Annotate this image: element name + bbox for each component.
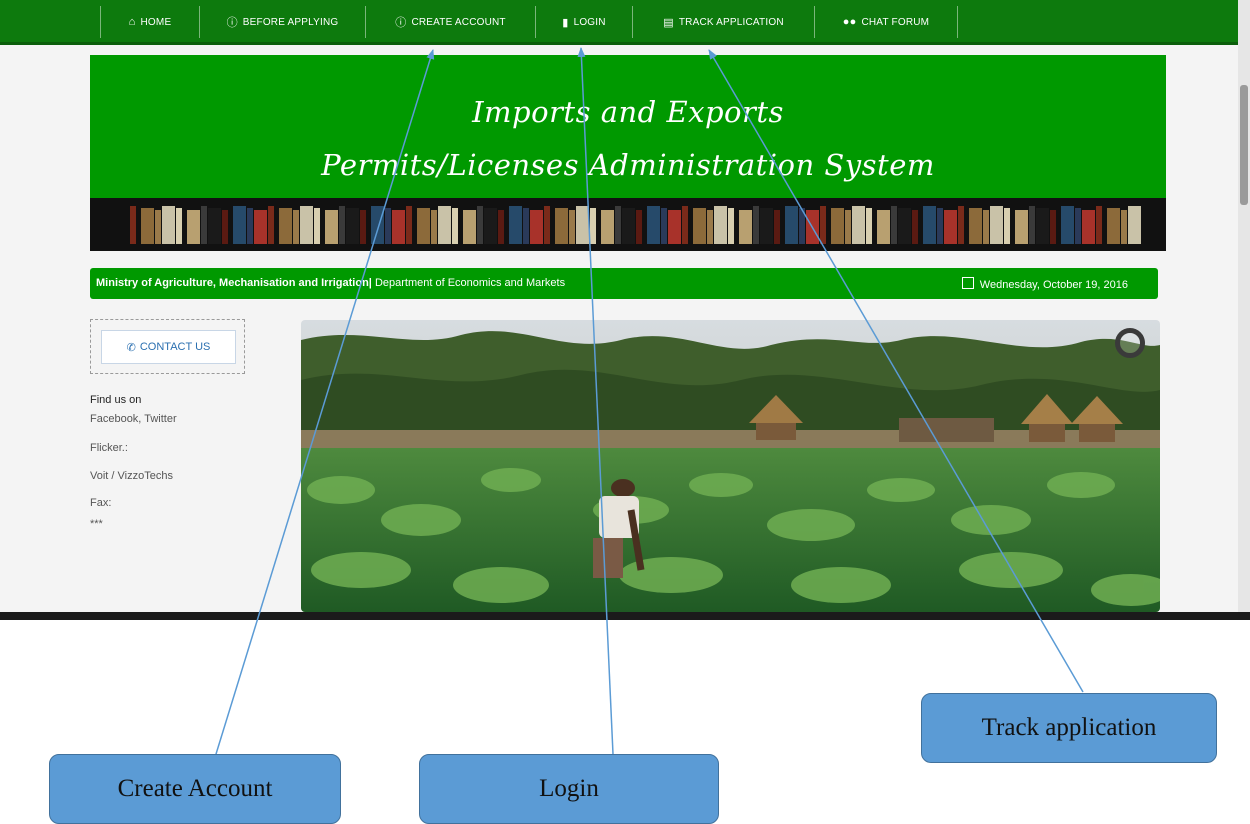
farm-photo [301,320,1160,612]
callout-track-application: Track application [921,693,1217,763]
nav-create-account-label: CREATE ACCOUNT [411,16,506,28]
document-icon: ▮ [562,16,569,29]
info-icon: ⓘ [395,17,407,29]
nav-home-label: HOME [140,16,172,28]
phone-icon: ✆ [126,341,136,354]
calendar-icon [961,277,974,289]
find-us-heading: Find us on [90,394,142,406]
nav-home[interactable]: ⌂ HOME [100,6,199,38]
nav-track-application-label: TRACK APPLICATION [678,16,784,28]
fax-label: Fax: [90,497,112,509]
nav-chat-forum[interactable]: ●● CHAT FORUM [814,6,958,38]
fax-value: *** [90,518,103,530]
ministry-separator: | [368,277,372,289]
main-nav: ⌂ HOME ⓘ BEFORE APPLYING ⓘ CREATE ACCOUN… [0,0,1238,45]
nav-before-applying-label: BEFORE APPLYING [242,16,339,28]
contact-us-label: CONTACT US [139,341,211,353]
nav-create-account[interactable]: ⓘ CREATE ACCOUNT [365,6,535,38]
nav-login[interactable]: ▮ LOGIN [535,6,632,38]
nav-track-application[interactable]: ▤ TRACK APPLICATION [632,6,814,38]
contact-us-button[interactable]: ✆ CONTACT US [101,330,236,364]
department-name: Department of Economics and Markets [374,277,566,289]
banner-title-line1: Imports and Exports [472,95,784,129]
nav-login-label: LOGIN [573,16,606,28]
home-icon: ⌂ [128,16,136,28]
current-date: Wednesday, October 19, 2016 [979,279,1128,291]
window-bottom-bar [0,612,1250,620]
nav-before-applying[interactable]: ⓘ BEFORE APPLYING [199,6,365,38]
ministry-info: Ministry of Agriculture, Mechanisation a… [96,277,565,289]
users-icon: ●● [842,16,857,28]
scrollbar-thumb[interactable] [1240,85,1248,205]
slider-loading-icon [1115,328,1145,358]
website-screenshot: ⌂ HOME ⓘ BEFORE APPLYING ⓘ CREATE ACCOUN… [0,0,1250,620]
book-icon: ▤ [663,16,674,29]
ministry-bar: Ministry of Agriculture, Mechanisation a… [90,268,1158,299]
books-strip-image [90,198,1166,251]
flicker-label: Flicker.: [90,442,128,454]
social-links[interactable]: Facebook, Twitter [90,413,177,425]
banner-title-line2: Permits/Licenses Administration System [321,148,935,182]
ministry-name: Ministry of Agriculture, Mechanisation a… [96,277,369,289]
site-banner: Imports and Exports Permits/Licenses Adm… [90,55,1166,198]
info-icon: ⓘ [226,17,238,29]
nav-chat-forum-label: CHAT FORUM [861,16,930,28]
voit-label: Voit / VizzoTechs [90,470,173,482]
books-graphic [130,206,1141,244]
date-display: Wednesday, October 19, 2016 [961,277,1128,291]
tobacco-field-image [301,320,1160,612]
